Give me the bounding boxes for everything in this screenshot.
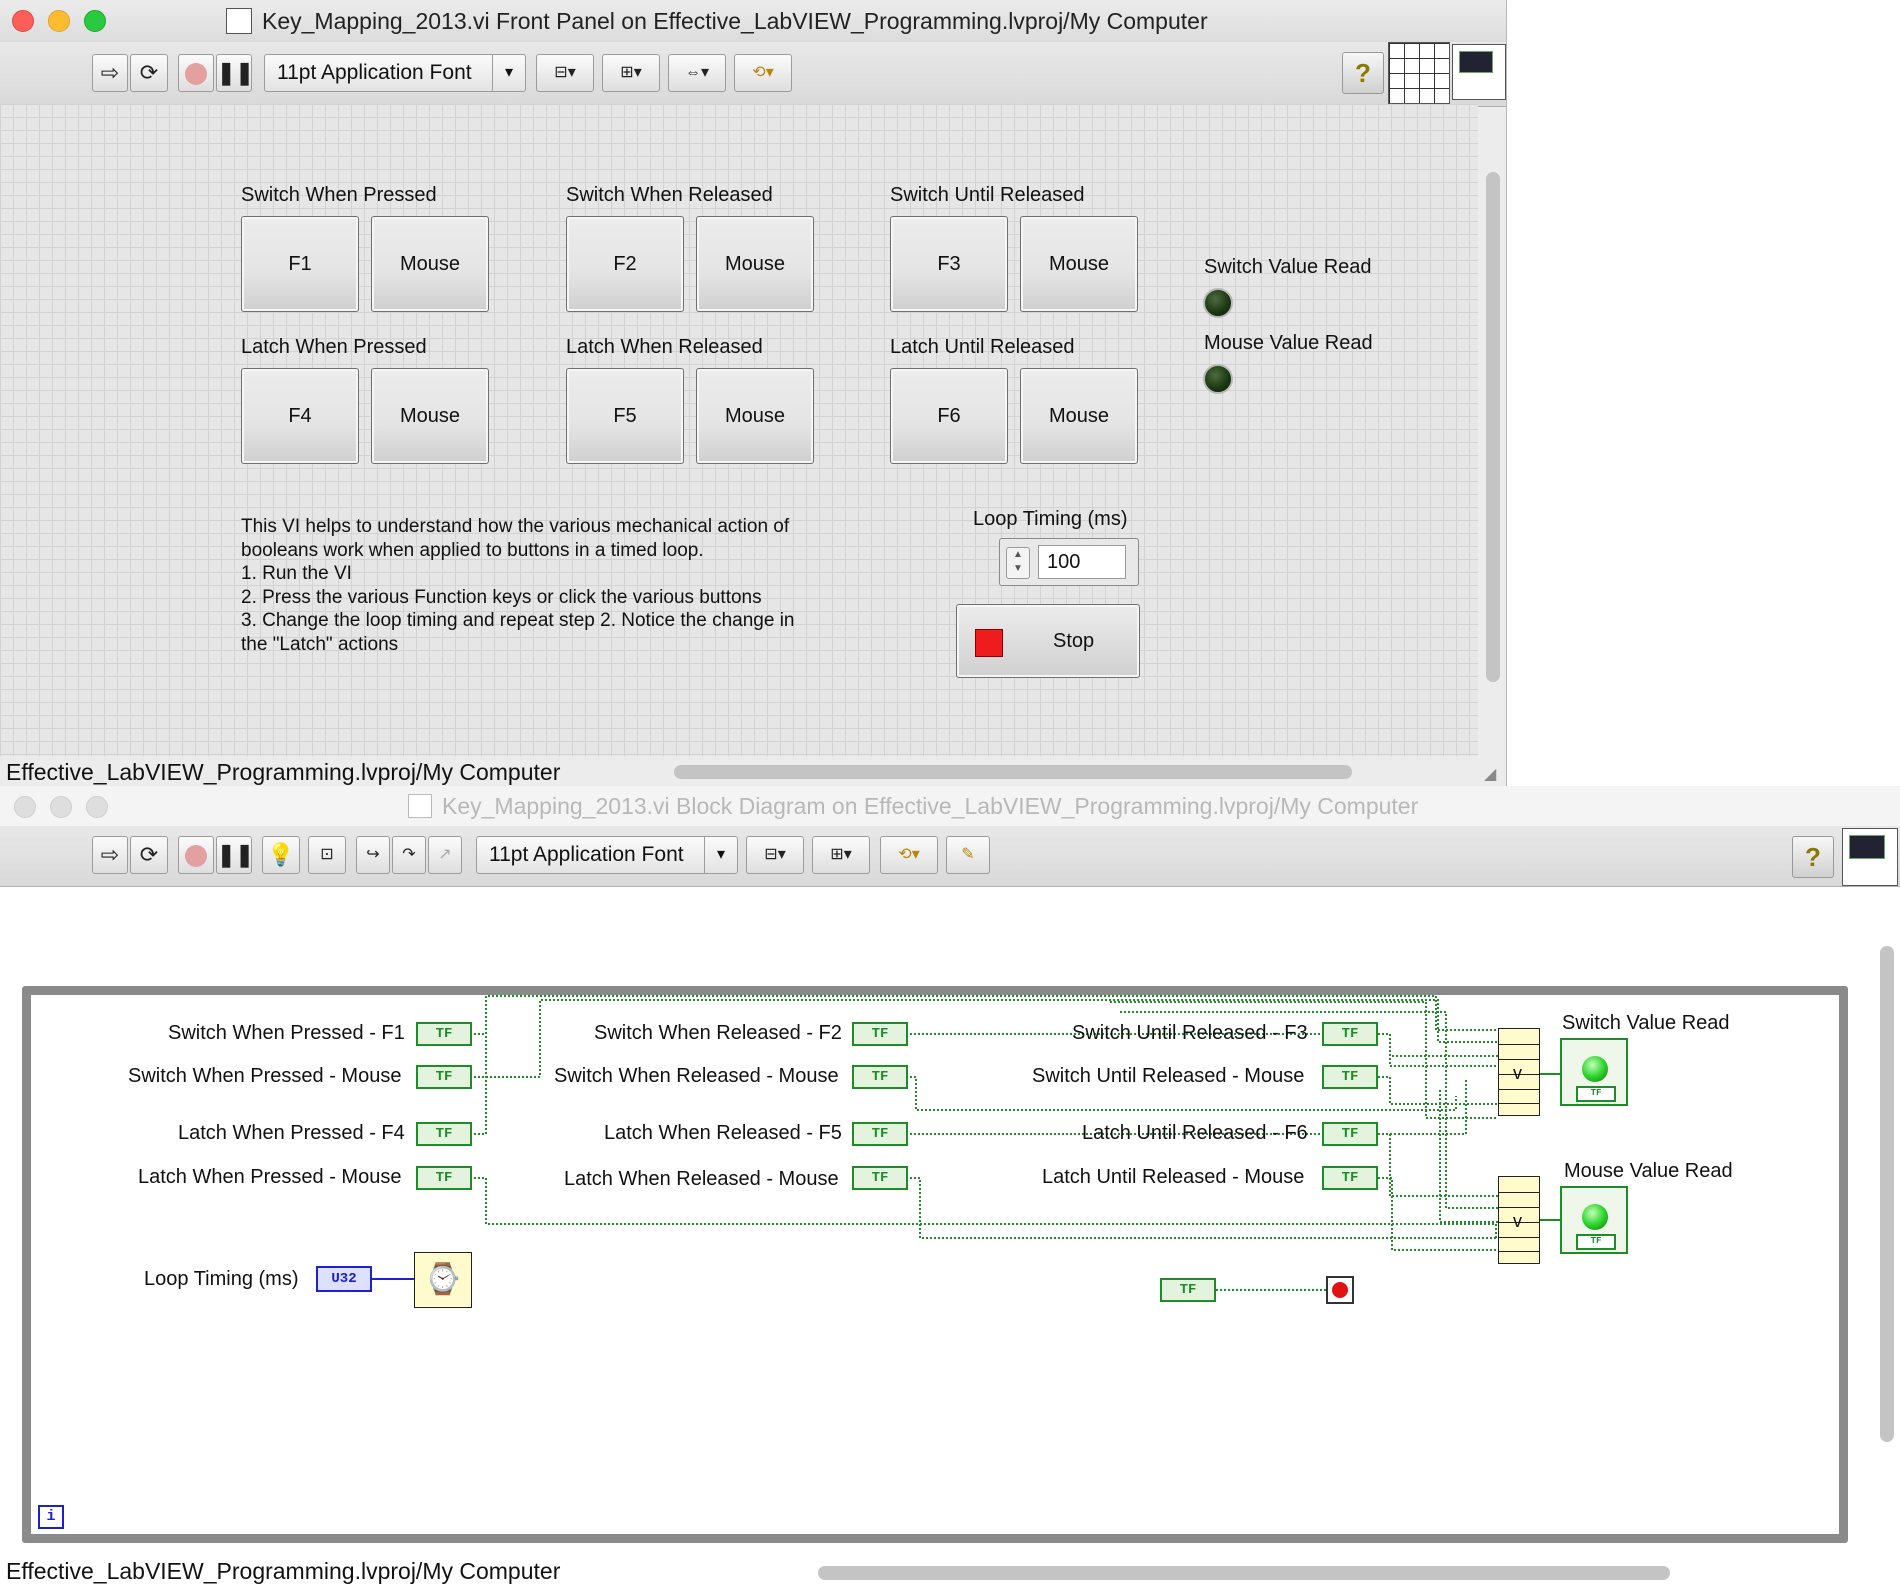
terminal-label: Latch When Pressed - Mouse [138, 1166, 402, 1188]
wire [1110, 1001, 1498, 1119]
wire [1378, 1177, 1498, 1251]
terminal-label: Latch Until Released - Mouse [1042, 1166, 1305, 1188]
boolean-terminal[interactable]: TF [416, 1166, 472, 1190]
switch-value-read-label: Switch Value Read [1562, 1012, 1730, 1034]
terminal-label: Switch When Pressed - F1 [168, 1022, 405, 1044]
loop-condition-stop-icon[interactable] [1326, 1276, 1354, 1304]
compound-or-node[interactable]: v [1498, 1176, 1540, 1264]
wire [1378, 1133, 1498, 1197]
boolean-terminal[interactable]: TF [1322, 1166, 1378, 1190]
terminal-label: Switch When Released - F2 [594, 1022, 842, 1044]
wait-ms-clock-icon[interactable]: ⌚ [414, 1252, 472, 1308]
boolean-terminal[interactable]: TF [416, 1022, 472, 1046]
or-symbol: v [1513, 1211, 1522, 1231]
wire [1378, 1033, 1498, 1067]
block-diagram-status-text: Effective_LabVIEW_Programming.lvproj/My … [6, 1558, 561, 1584]
terminal-label: Latch When Pressed - F4 [178, 1122, 405, 1144]
wire-layer [372, 995, 1566, 1291]
or-symbol: v [1513, 1063, 1522, 1083]
boolean-terminal[interactable]: TF [852, 1022, 908, 1046]
led-icon [1582, 1204, 1608, 1230]
block-diagram-vertical-scrollbar[interactable] [1880, 946, 1894, 1442]
indicator-type-tag: TF [1576, 1234, 1616, 1250]
terminal-label: Switch Until Released - Mouse [1032, 1065, 1305, 1087]
stop-boolean-terminal[interactable]: TF [1160, 1278, 1216, 1302]
terminal-label: Switch When Pressed - Mouse [128, 1065, 402, 1087]
mouse-value-read-indicator[interactable]: TF [1560, 1186, 1628, 1254]
terminal-label: Latch Until Released - F6 [1082, 1122, 1308, 1144]
boolean-terminal[interactable]: TF [1322, 1022, 1378, 1046]
terminal-label: Latch When Released - F5 [604, 1122, 842, 1144]
boolean-terminal[interactable]: TF [1322, 1122, 1378, 1146]
block-diagram-horizontal-scrollbar[interactable] [818, 1566, 1670, 1580]
terminal-label: Switch When Released - Mouse [554, 1065, 839, 1087]
compound-or-node[interactable]: v [1498, 1028, 1540, 1116]
wire [1378, 1076, 1498, 1105]
boolean-terminal[interactable]: TF [416, 1065, 472, 1089]
loop-timing-terminal-label: Loop Timing (ms) [144, 1268, 299, 1290]
switch-value-read-indicator[interactable]: TF [1560, 1038, 1628, 1106]
boolean-terminal[interactable]: TF [852, 1122, 908, 1146]
mouse-value-read-label: Mouse Value Read [1564, 1160, 1733, 1182]
terminal-label: Switch Until Released - F3 [1072, 1022, 1308, 1044]
indicator-type-tag: TF [1576, 1086, 1616, 1102]
boolean-terminal[interactable]: TF [852, 1166, 908, 1190]
wire [470, 1010, 487, 1135]
boolean-terminal[interactable]: TF [416, 1122, 472, 1146]
led-icon [1582, 1056, 1608, 1082]
terminal-label: Latch When Released - Mouse [564, 1168, 839, 1190]
iteration-terminal: i [38, 1505, 64, 1529]
wire [1439, 1090, 1498, 1223]
u32-terminal[interactable]: U32 [316, 1266, 372, 1292]
boolean-terminal[interactable]: TF [852, 1065, 908, 1089]
boolean-terminal[interactable]: TF [1322, 1065, 1378, 1089]
